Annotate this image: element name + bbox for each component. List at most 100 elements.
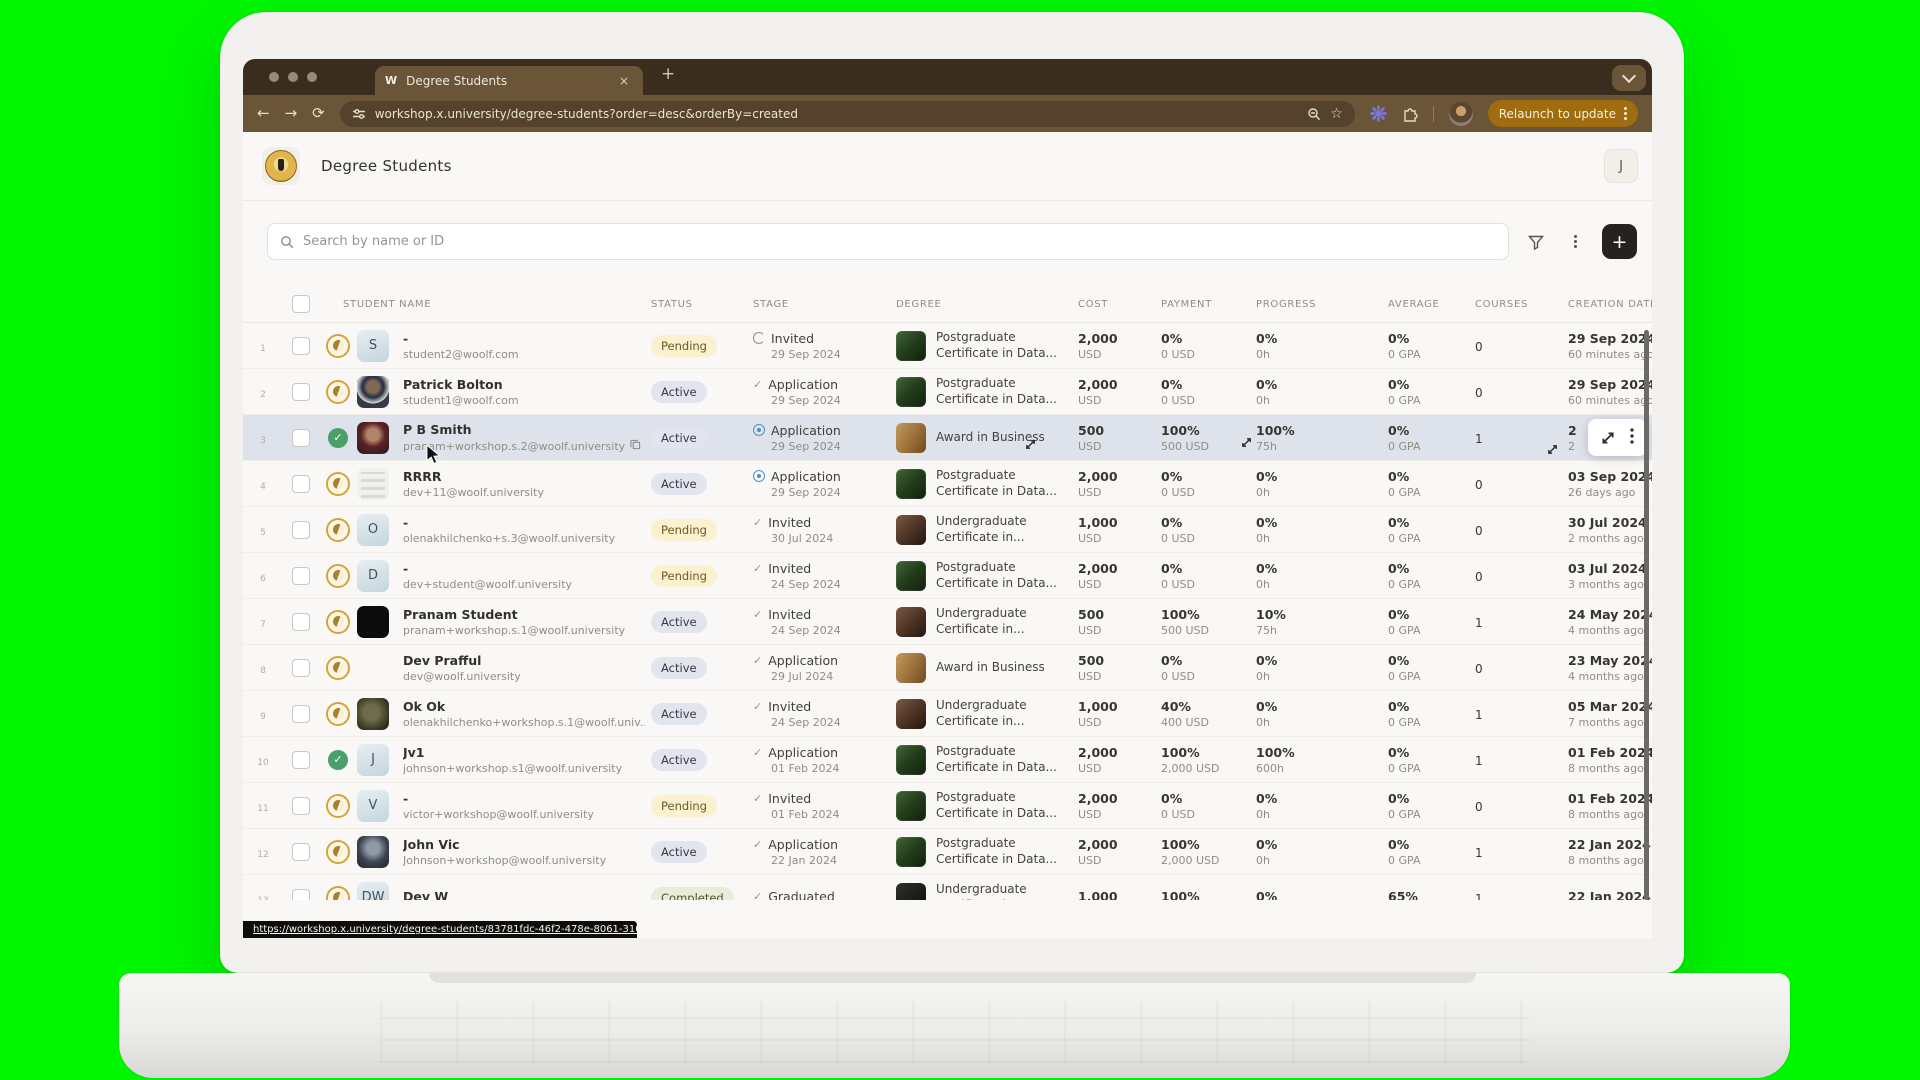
tab-search-chevron-button[interactable] [1612,65,1646,91]
verify-badge-icon [326,840,350,864]
row-checkbox[interactable] [292,567,310,585]
row-checkbox[interactable] [292,613,310,631]
header-stage[interactable]: STAGE [753,299,896,310]
more-options-button[interactable] [1563,235,1587,248]
payment-value: 100% [1161,607,1256,622]
header-status[interactable]: STATUS [651,299,753,310]
student-avatar: O [357,514,389,546]
select-all-checkbox[interactable] [292,295,310,313]
header-payment[interactable]: PAYMENT [1161,299,1256,310]
profile-avatar[interactable] [1449,102,1473,126]
header-average[interactable]: AVERAGE [1388,299,1475,310]
browser-tab-bar: W Degree Students × + [243,59,1652,95]
tab-title: Degree Students [406,74,615,88]
row-checkbox[interactable] [292,889,310,901]
table-row[interactable]: 3 ✓ P B Smith pranam+workshop.s.2@woolf.… [243,415,1652,461]
table-row[interactable]: 6 D - dev+student@woolf.university Pendi… [243,553,1652,599]
degree-label: Postgraduate Certificate in Data... [936,330,1064,361]
row-checkbox[interactable] [292,521,310,539]
url-bar[interactable]: workshop.x.university/degree-students?or… [340,101,1355,127]
row-checkbox[interactable] [292,843,310,861]
stage-icon: ✓ [753,516,762,529]
row-checkbox[interactable] [292,751,310,769]
stage-label: Invited [768,607,811,622]
student-email: dev+11@woolf.university [403,486,645,499]
table-row[interactable]: 5 O - olenakhilchenko+s.3@woolf.universi… [243,507,1652,553]
header-student-name[interactable]: STUDENT NAME [319,299,651,310]
row-checkbox[interactable] [292,659,310,677]
reload-icon[interactable]: ⟳ [312,106,325,121]
student-name: Jv1 [403,745,651,760]
progress-hours: 0h [1256,808,1388,821]
filter-button[interactable] [1524,234,1548,250]
table-row[interactable]: 4 RRRR dev+11@woolf.university Active Ap… [243,461,1652,507]
expand-courses-icon[interactable] [1547,444,1558,455]
forward-icon[interactable]: → [285,106,298,121]
header-courses[interactable]: COURSES [1475,299,1568,310]
window-minimize-dot[interactable] [288,72,298,82]
table-row[interactable]: 8 Dev Prafful dev@woolf.university Activ… [243,645,1652,691]
expand-degree-icon[interactable] [1025,439,1036,450]
search-input[interactable]: Search by name or ID [267,223,1509,260]
stage-date: 29 Jul 2024 [771,670,896,683]
degree-label: Undergraduate Certificate in... [936,514,1064,545]
header-creation-date[interactable]: CREATION DATE [1568,299,1652,310]
row-checkbox[interactable] [292,383,310,401]
table-row[interactable]: 1 S - student2@woolf.com Pending Invited… [243,323,1652,369]
bookmark-star-icon[interactable]: ☆ [1330,107,1343,121]
progress-hours: 600h [1256,762,1388,775]
window-close-dot[interactable] [269,72,279,82]
row-checkbox[interactable] [292,797,310,815]
stage-icon: ✓ [753,654,762,667]
header-degree[interactable]: DEGREE [896,299,1078,310]
student-name: RRRR [403,469,651,484]
expand-payment-icon[interactable] [1241,437,1252,448]
student-name: Pranam Student [403,607,651,622]
extensions-puzzle-icon[interactable] [1402,106,1418,122]
cost-unit: USD [1078,762,1161,775]
user-avatar-button[interactable]: J [1604,149,1638,183]
creation-date: 22 Jan 2024 [1568,889,1652,900]
add-student-button[interactable]: + [1602,224,1637,259]
browser-tab[interactable]: W Degree Students × [375,66,643,95]
tune-icon[interactable] [352,107,366,121]
student-avatar: DW [357,882,389,901]
extension-gear-icon[interactable] [1370,105,1387,122]
app-header: Degree Students J [243,132,1652,201]
table-row[interactable]: 13 DW Dev W Completed ✓Graduated Undergr… [243,875,1652,900]
table-row[interactable]: 2 Patrick Bolton student1@woolf.com Acti… [243,369,1652,415]
window-controls[interactable] [269,72,317,82]
average-gpa: 0 GPA [1388,670,1475,683]
table-row[interactable]: 12 John Vic Johnson+workshop@woolf.unive… [243,829,1652,875]
creation-date: 29 Sep 2024 [1568,377,1652,392]
url-text[interactable]: workshop.x.university/degree-students?or… [375,107,1298,121]
courses-count: 0 [1475,570,1483,584]
stage-label: Application [771,423,841,438]
relaunch-to-update-button[interactable]: Relaunch to update [1488,100,1638,127]
row-checkbox[interactable] [292,705,310,723]
header-cost[interactable]: COST [1078,299,1161,310]
new-tab-button[interactable]: + [661,69,675,79]
expand-row-button[interactable] [1601,431,1615,445]
copy-email-icon[interactable] [630,439,641,453]
browser-menu-icon[interactable] [1624,107,1627,120]
table-row[interactable]: 10 ✓ J Jv1 johnson+workshop.s1@woolf.uni… [243,737,1652,783]
table-row[interactable]: 9 Ok Ok olenakhilchenko+workshop.s.1@woo… [243,691,1652,737]
stage-icon: ✓ [753,378,762,391]
back-icon[interactable]: ← [257,106,270,121]
progress-value: 0% [1256,377,1388,392]
courses-count: 1 [1475,616,1483,630]
header-progress[interactable]: PROGRESS [1256,299,1388,310]
window-maximize-dot[interactable] [307,72,317,82]
table-row[interactable]: 7 Pranam Student pranam+workshop.s.1@woo… [243,599,1652,645]
row-menu-button[interactable] [1630,428,1634,448]
row-checkbox[interactable] [292,337,310,355]
tab-close-icon[interactable]: × [615,74,633,88]
university-logo[interactable] [262,147,300,185]
vertical-scrollbar[interactable] [1644,330,1649,900]
table-row[interactable]: 11 V - victor+workshop@woolf.university … [243,783,1652,829]
row-checkbox[interactable] [292,475,310,493]
stage-icon: ✓ [753,608,762,621]
zoom-out-icon[interactable] [1307,107,1321,121]
row-checkbox[interactable] [292,429,310,447]
